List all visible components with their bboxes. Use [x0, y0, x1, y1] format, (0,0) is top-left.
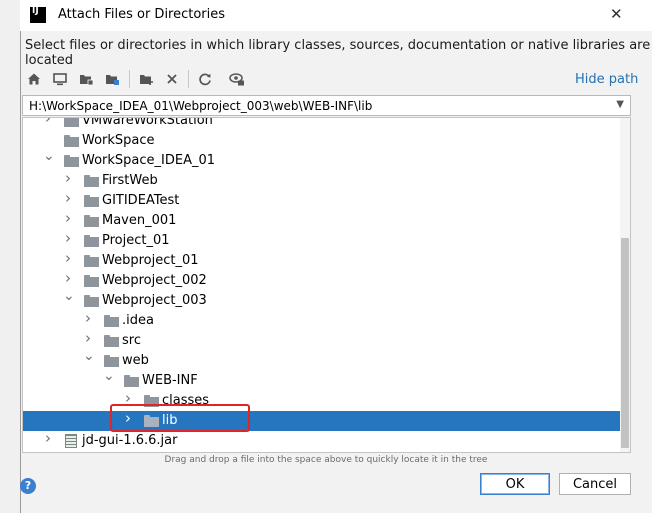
jar-file-icon: [65, 434, 77, 448]
chevron-right-icon[interactable]: ›: [123, 391, 133, 406]
tree-row[interactable]: › VMwareWorkStation: [23, 117, 630, 131]
tree-row[interactable]: › GITIDEATest: [23, 191, 630, 211]
project-icon[interactable]: [78, 71, 94, 87]
tree-item-label: Webproject_002: [102, 273, 207, 288]
folder-icon: [84, 195, 99, 207]
intellij-app-icon: IJ: [30, 7, 46, 23]
background-window-strip: [0, 0, 20, 513]
folder-icon: [84, 215, 99, 227]
folder-icon: [124, 375, 139, 387]
help-icon[interactable]: ?: [20, 478, 36, 494]
tree-item-label: WorkSpace_IDEA_01: [82, 153, 216, 168]
tree-item-label: lib: [162, 413, 178, 428]
chevron-right-icon[interactable]: ›: [83, 331, 93, 346]
tree-row[interactable]: ⌄ web: [23, 349, 630, 371]
tree-item-label: jd-gui-1.6.6.jar: [82, 433, 178, 448]
chevron-right-icon[interactable]: ›: [63, 231, 73, 246]
tree-item-label: WorkSpace: [82, 133, 155, 148]
folder-icon: [84, 275, 99, 287]
file-tree[interactable]: › jd-gui-1.6.6.jar › lib › classes ⌄ WEB-INF ⌄ we…: [22, 117, 631, 453]
tree-row[interactable]: › FirstWeb: [23, 171, 630, 191]
home-icon[interactable]: [26, 71, 42, 87]
tree-row[interactable]: › lib: [23, 411, 630, 431]
chevron-down-icon[interactable]: ⌄: [63, 289, 75, 303]
tree-row[interactable]: › jd-gui-1.6.6.jar: [23, 431, 630, 451]
chevron-down-icon[interactable]: ⌄: [103, 369, 115, 383]
tree-item-label: GITIDEATest: [102, 193, 180, 208]
tree-row[interactable]: › Webproject_01: [23, 251, 630, 271]
folder-icon: [104, 315, 119, 327]
tree-row[interactable]: WorkSpace: [23, 131, 630, 151]
tree-row[interactable]: › .idea: [23, 311, 630, 331]
chevron-right-icon[interactable]: ›: [63, 171, 73, 186]
toolbar-separator: [129, 70, 130, 88]
dialog-title: Attach Files or Directories: [58, 7, 226, 22]
path-combobox[interactable]: ▼: [22, 95, 631, 116]
chevron-right-icon[interactable]: ›: [63, 211, 73, 226]
tree-item-label: Project_01: [102, 233, 170, 248]
tree-row[interactable]: › classes: [23, 391, 630, 411]
folder-icon: [84, 255, 99, 267]
tree-row[interactable]: ⌄ WorkSpace_IDEA_01: [23, 149, 630, 171]
path-input[interactable]: [23, 96, 609, 115]
tree-row[interactable]: › Maven_001: [23, 211, 630, 231]
new-folder-icon[interactable]: [138, 71, 154, 87]
desktop-icon[interactable]: [52, 71, 68, 87]
tree-item-label: WEB-INF: [142, 373, 198, 388]
chevron-right-icon[interactable]: ›: [63, 271, 73, 286]
show-hidden-icon[interactable]: [229, 71, 245, 87]
tree-scrollbar[interactable]: [620, 118, 630, 452]
chevron-right-icon[interactable]: ›: [123, 411, 133, 426]
toolbar-separator: [188, 70, 189, 88]
tree-item-label: FirstWeb: [102, 173, 158, 188]
tree-item-label: classes: [162, 393, 210, 408]
tree-row[interactable]: › Project_01: [23, 231, 630, 251]
ok-button[interactable]: OK: [480, 473, 550, 495]
folder-icon: [104, 335, 119, 347]
refresh-icon[interactable]: [197, 71, 213, 87]
app-icon-label: IJ: [32, 6, 39, 16]
tree-item-label: src: [122, 333, 141, 348]
folder-icon: [84, 175, 99, 187]
folder-icon: [104, 355, 119, 367]
tree-item-label: Webproject_01: [102, 253, 199, 268]
folder-icon: [84, 295, 99, 307]
drag-drop-hint: Drag and drop a file into the space abov…: [164, 455, 488, 465]
folder-icon: [64, 135, 79, 147]
delete-icon[interactable]: [164, 71, 180, 87]
tree-row[interactable]: › src: [23, 331, 630, 351]
hide-path-link[interactable]: Hide path: [575, 72, 638, 87]
tree-item-label: Webproject_003: [102, 293, 207, 308]
dialog-titlebar: IJ Attach Files or Directories ✕: [20, 0, 652, 31]
chevron-right-icon[interactable]: ›: [83, 311, 93, 326]
tree-item-label: VMwareWorkStation: [82, 117, 213, 128]
chevron-down-icon[interactable]: ▼: [616, 99, 624, 110]
chevron-right-icon[interactable]: ›: [43, 118, 53, 126]
tree-row[interactable]: ⌄ WEB-INF: [23, 369, 630, 391]
module-icon[interactable]: [104, 71, 120, 87]
tree-item-label: Maven_001: [102, 213, 177, 228]
folder-icon: [64, 155, 79, 167]
dialog-description: Select files or directories in which lib…: [25, 38, 651, 68]
folder-icon: [64, 118, 79, 127]
chevron-down-icon[interactable]: ⌄: [43, 149, 55, 163]
cancel-button[interactable]: Cancel: [559, 473, 631, 495]
chevron-right-icon[interactable]: ›: [43, 431, 53, 446]
folder-icon: [144, 395, 159, 407]
chevron-right-icon[interactable]: ›: [63, 251, 73, 266]
folder-icon: [84, 235, 99, 247]
tree-item-label: web: [122, 353, 149, 368]
tree-row[interactable]: › Webproject_002: [23, 271, 630, 291]
chevron-right-icon[interactable]: ›: [63, 191, 73, 206]
close-icon[interactable]: ✕: [610, 5, 623, 23]
tree-row[interactable]: ⌄ Webproject_003: [23, 289, 630, 311]
tree-item-label: .idea: [122, 313, 154, 328]
chevron-down-icon[interactable]: ⌄: [83, 349, 95, 363]
scrollbar-thumb[interactable]: [621, 238, 629, 448]
folder-icon: [144, 415, 159, 427]
